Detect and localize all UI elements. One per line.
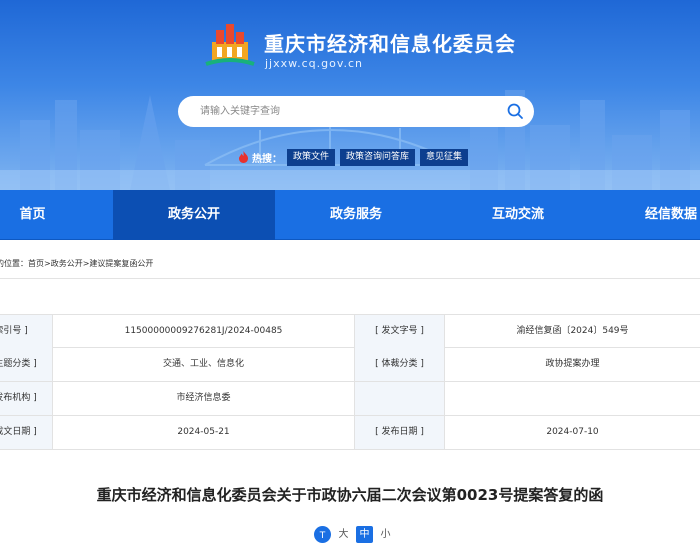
meta-value-topic: 交通、工业、信息化 [53,348,355,381]
nav-gov-services[interactable]: 政务服务 [275,190,437,240]
table-row: [ 成文日期 ] 2024-05-21 [ 发布日期 ] 2024-07-10 [0,416,700,450]
meta-value-genre: 政协提案办理 [545,359,600,369]
breadcrumb-home[interactable]: 首页 [28,259,44,268]
hot-search-bar: 热搜： 政策文件 政策咨询问答库 意见征集 [238,148,469,166]
nav-gov-affairs-open[interactable]: 政务公开 [113,190,275,240]
nav-home[interactable]: 首页 [0,190,65,240]
city-emblem-icon [205,24,255,66]
meta-value-doc-number: 渝经信复函〔2024〕549号 [516,326,629,336]
meta-label-publisher: [ 发布机构 ] [0,382,53,415]
meta-label-genre: [ 体裁分类 ] [355,348,445,381]
nav-data[interactable]: 经信数据 [645,190,700,240]
header-banner: 重庆市经济和信息化委员会 jjxxw.cq.gov.cn 热搜： 政策文件 政策… [0,0,700,190]
site-title[interactable]: 重庆市经济和信息化委员会 [264,28,516,57]
meta-label-topic: [ 主题分类 ] [0,348,53,381]
svg-text:T: T [319,531,326,541]
site-url: jjxxw.cq.gov.cn [265,57,364,70]
hot-search-label: 热搜： [252,153,282,165]
hot-tag-policy-qa[interactable]: 政策咨询问答库 [340,148,416,166]
font-size-large[interactable]: 大 [335,526,352,543]
article-title: 重庆市经济和信息化委员会关于市政协六届二次会议第0023号提案答复的函 [96,486,604,504]
breadcrumb-gov-affairs[interactable]: 政务公开 [51,259,83,268]
main-nav: 首页 政务公开 政务服务 互动交流 经信数据 [0,190,700,240]
divider [0,278,700,279]
meta-label-doc-number: [ 发文字号 ] [355,315,445,348]
font-size-medium[interactable]: 中 [356,526,373,543]
breadcrumb: 您的位置：首页>政务公开>建议提案复函公开 [0,258,153,269]
meta-label-index-no: [ 索引号 ] [0,315,53,348]
table-row: [ 发布机构 ] 市经济信息委 [0,382,700,416]
search-box [178,96,534,127]
hot-search-label-group: 热搜： [238,150,282,165]
font-size-switcher: T 大 中 小 [314,526,394,543]
meta-label-empty [355,382,445,415]
hot-tag-policy-docs[interactable]: 政策文件 [287,148,336,166]
meta-value-empty [445,382,700,415]
table-row: [ 索引号 ] 11500000009276281J/2024-00485 [ … [0,314,700,348]
meta-label-publish-date: [ 发布日期 ] [355,416,445,449]
hot-tag-opinion[interactable]: 意见征集 [420,148,469,166]
fire-icon [239,151,248,163]
breadcrumb-prefix: 您的位置： [0,259,28,268]
nav-interaction[interactable]: 互动交流 [437,190,599,240]
meta-value-publish-date: 2024-07-10 [546,427,599,437]
meta-value-publisher: 市经济信息委 [53,382,355,415]
breadcrumb-separator: > [44,259,51,268]
search-input[interactable] [200,103,490,120]
table-row: [ 主题分类 ] 交通、工业、信息化 [ 体裁分类 ] 政协提案办理 [0,348,700,382]
font-size-small[interactable]: 小 [377,526,394,543]
search-icon[interactable] [506,102,524,120]
meta-value-index-no: 11500000009276281J/2024-00485 [53,315,355,348]
breadcrumb-proposal-replies[interactable]: 建议提案复函公开 [89,259,153,268]
meta-value-written-date: 2024-05-21 [53,416,355,449]
font-size-icon: T [314,526,331,543]
meta-label-written-date: [ 成文日期 ] [0,416,53,449]
